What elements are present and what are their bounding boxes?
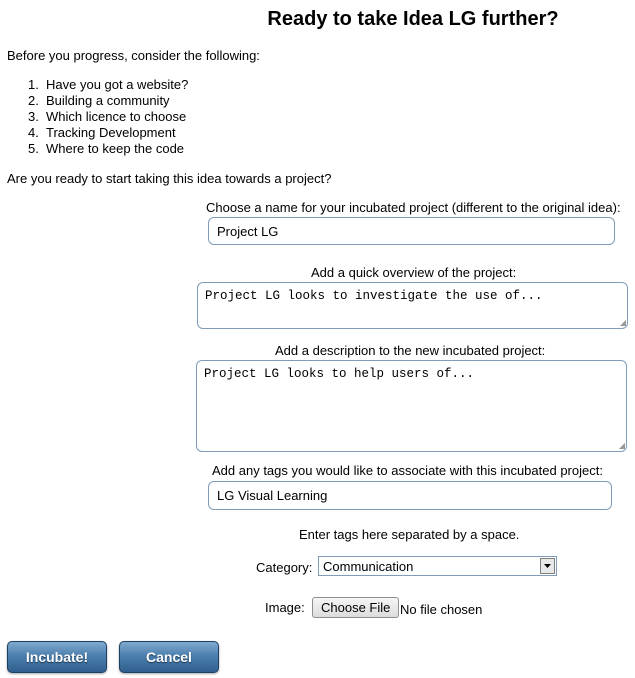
list-item-text: Where to keep the code bbox=[46, 141, 185, 156]
category-label: Category: bbox=[256, 560, 313, 575]
list-item-text: Have you got a website? bbox=[46, 77, 189, 92]
ready-question: Are you ready to start taking this idea … bbox=[7, 171, 332, 186]
file-status-text: No file chosen bbox=[400, 602, 483, 617]
project-name-label: Choose a name for your incubated project… bbox=[206, 200, 621, 215]
tags-input[interactable] bbox=[208, 481, 612, 510]
page-title: Ready to take Idea LG further? bbox=[267, 8, 559, 30]
list-item: 2. Building a community bbox=[28, 93, 188, 109]
list-item: 5. Where to keep the code bbox=[28, 141, 188, 157]
list-item-text: Building a community bbox=[46, 93, 170, 108]
choose-file-button[interactable]: Choose File bbox=[312, 597, 400, 618]
overview-label: Add a quick overview of the project: bbox=[311, 265, 517, 280]
project-name-input[interactable] bbox=[208, 217, 615, 245]
list-item: 1. Have you got a website? bbox=[28, 77, 188, 93]
cancel-button[interactable]: Cancel bbox=[119, 641, 219, 673]
category-selected-value: Communication bbox=[323, 559, 414, 574]
considerations-list: 1. Have you got a website? 2. Building a c… bbox=[28, 77, 188, 157]
list-item: 3. Which licence to choose bbox=[28, 109, 188, 125]
image-label: Image: bbox=[265, 600, 305, 615]
resize-grip-icon[interactable]: ◢ bbox=[617, 318, 626, 327]
incubate-button[interactable]: Incubate! bbox=[7, 641, 107, 673]
chevron-down-icon[interactable] bbox=[540, 558, 555, 574]
list-item-number: 5. bbox=[28, 141, 39, 156]
overview-textarea[interactable]: Project LG looks to investigate the use … bbox=[197, 282, 628, 329]
list-item-number: 1. bbox=[28, 77, 39, 92]
tags-hint: Enter tags here separated by a space. bbox=[299, 527, 520, 542]
list-item-number: 3. bbox=[28, 109, 39, 124]
intro-text: Before you progress, consider the follow… bbox=[7, 48, 260, 63]
list-item-text: Which licence to choose bbox=[46, 109, 187, 124]
tags-label: Add any tags you would like to associate… bbox=[212, 463, 603, 478]
resize-grip-icon[interactable]: ◢ bbox=[616, 441, 625, 450]
list-item: 4. Tracking Development bbox=[28, 125, 188, 141]
description-textarea[interactable]: Project LG looks to help users of... bbox=[196, 360, 627, 452]
list-item-text: Tracking Development bbox=[46, 125, 176, 140]
list-item-number: 4. bbox=[28, 125, 39, 140]
description-label: Add a description to the new incubated p… bbox=[275, 343, 546, 358]
list-item-number: 2. bbox=[28, 93, 39, 108]
category-select[interactable]: Communication bbox=[318, 556, 557, 576]
